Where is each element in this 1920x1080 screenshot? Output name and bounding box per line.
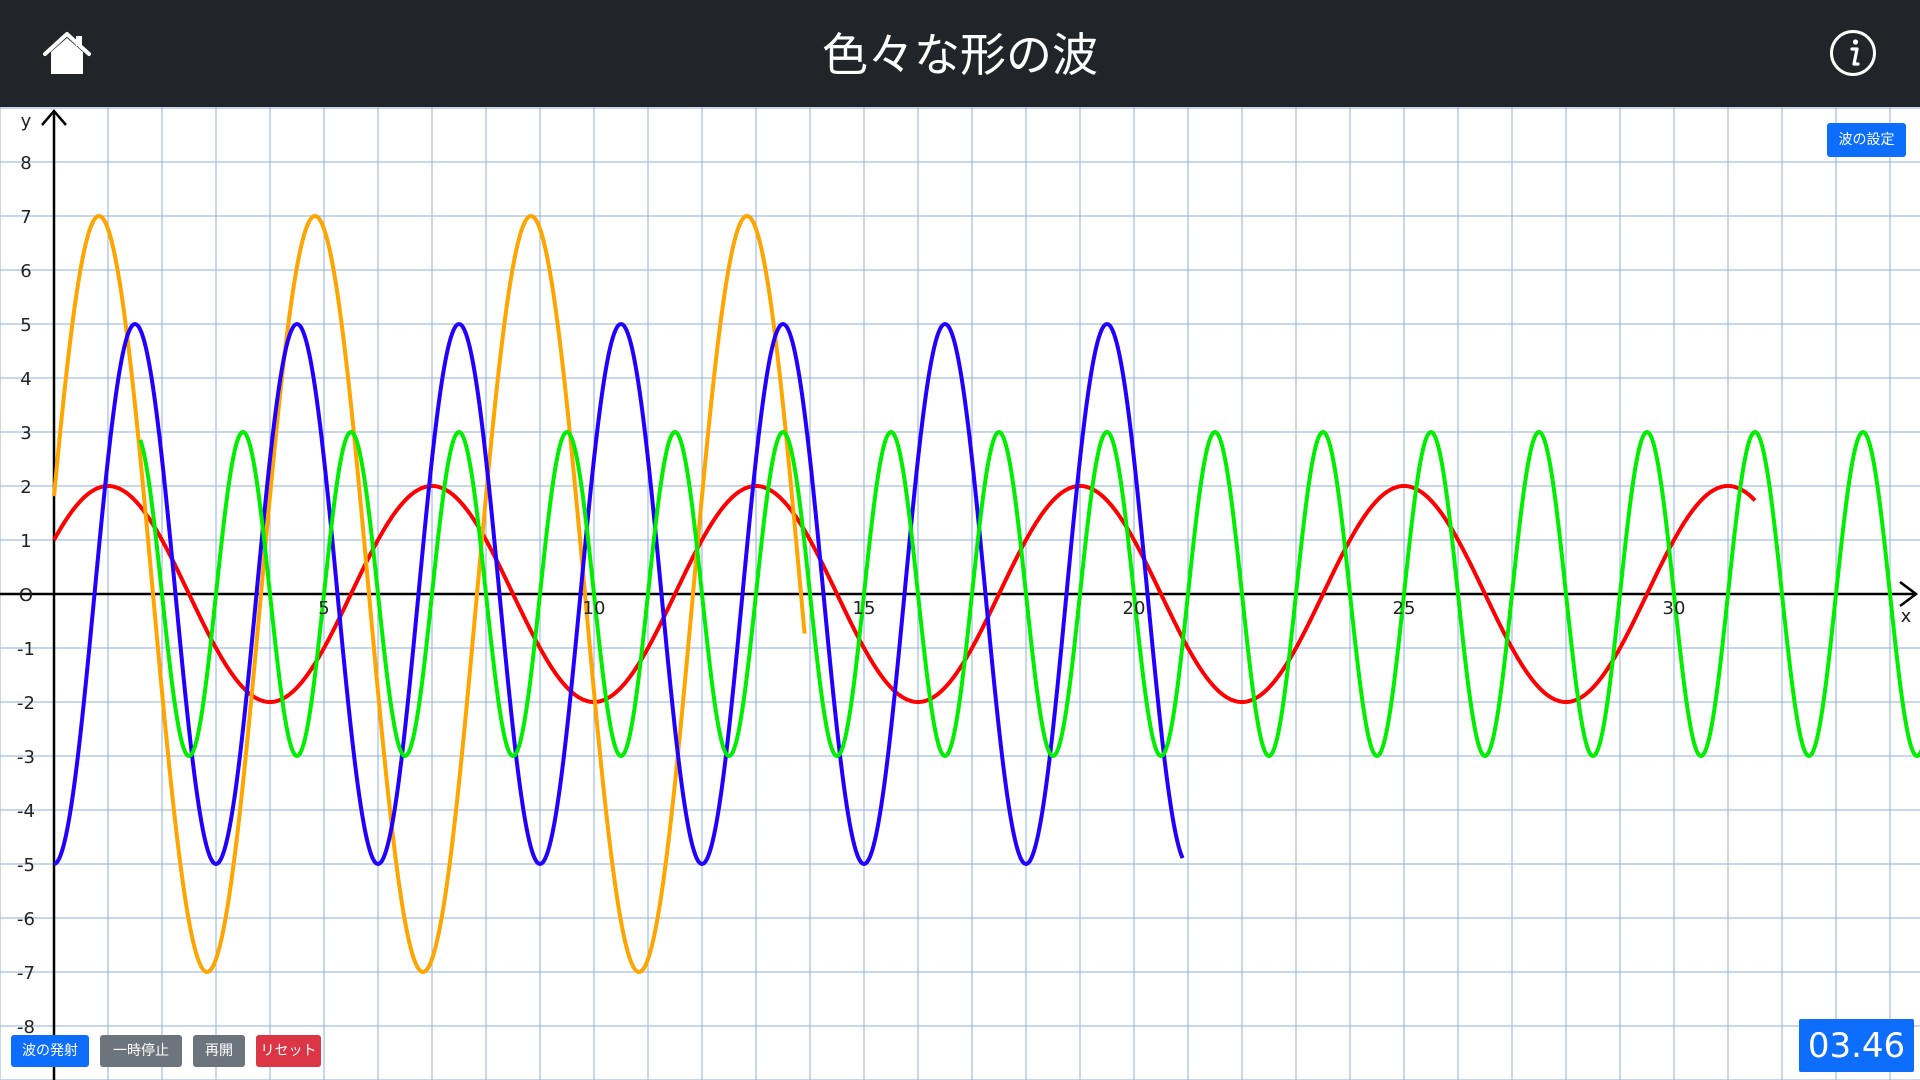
x-tick-label: 20 <box>1123 598 1146 619</box>
axes <box>0 109 1919 1080</box>
x-tick-label: 30 <box>1663 598 1686 619</box>
y-tick-label: 8 <box>20 153 31 174</box>
y-tick-label: -2 <box>17 693 35 714</box>
wave-settings-button[interactable]: 波の設定 <box>1827 123 1906 157</box>
y-tick-label: -6 <box>17 909 35 930</box>
y-tick-label: 7 <box>20 207 31 228</box>
origin-label: O <box>19 585 33 606</box>
app-header: 色々な形の波 <box>0 0 1920 107</box>
y-tick-label: 4 <box>20 369 31 390</box>
x-axis-label: x <box>1901 606 1912 627</box>
y-axis-label: y <box>21 111 32 132</box>
y-tick-label: 6 <box>20 261 31 282</box>
pause-button[interactable]: 一時停止 <box>100 1035 182 1067</box>
launch-wave-button[interactable]: 波の発射 <box>11 1035 89 1067</box>
x-tick-label: 25 <box>1393 598 1416 619</box>
timer-display: 03.46 <box>1799 1019 1914 1072</box>
x-tick-label: 5 <box>318 598 329 619</box>
page-title: 色々な形の波 <box>822 28 1098 82</box>
y-tick-label: 3 <box>20 423 31 444</box>
y-tick-label: 5 <box>20 315 31 336</box>
x-tick-label: 15 <box>853 598 876 619</box>
info-icon <box>1830 30 1876 76</box>
y-tick-label: -4 <box>17 801 35 822</box>
info-button[interactable] <box>1828 28 1878 78</box>
reset-button[interactable]: リセット <box>256 1035 321 1067</box>
y-tick-label: -5 <box>17 855 35 876</box>
x-tick-label: 10 <box>583 598 606 619</box>
y-tick-label: 1 <box>20 531 31 552</box>
y-tick-label: -3 <box>17 747 35 768</box>
resume-button[interactable]: 再開 <box>193 1035 245 1067</box>
wave-plot: 5 10 15 20 25 3087654321-1-2-3-4-5-6-7-8Oxy <box>0 107 1920 1080</box>
y-tick-label: -7 <box>17 963 35 984</box>
y-tick-label: 2 <box>20 477 31 498</box>
y-tick-label: -1 <box>17 639 35 660</box>
